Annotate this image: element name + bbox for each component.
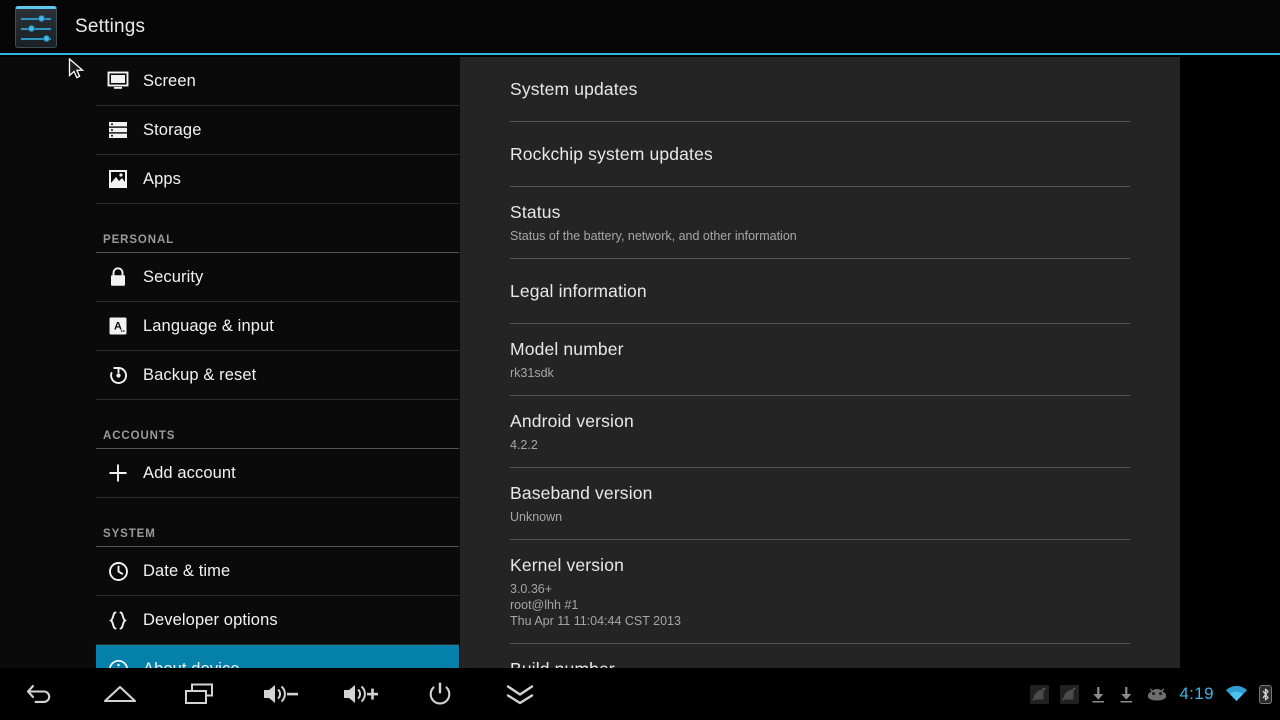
clock-label: 4:19 bbox=[1179, 684, 1214, 703]
sidebar-item-apps[interactable]: Apps bbox=[96, 155, 459, 204]
home-icon[interactable] bbox=[80, 668, 160, 720]
storage-icon bbox=[105, 120, 131, 140]
volume-down-icon[interactable] bbox=[240, 668, 320, 720]
sidebar-section-accounts: ACCOUNTS bbox=[96, 409, 459, 449]
wifi-icon[interactable] bbox=[1225, 685, 1248, 703]
preference-title: Legal information bbox=[510, 281, 647, 301]
about-device-panel: System updates Rockchip system updates Sta… bbox=[460, 57, 1180, 668]
back-icon[interactable] bbox=[0, 668, 80, 720]
sidebar-item-label: Screen bbox=[143, 71, 196, 90]
svg-text:A: A bbox=[114, 321, 122, 333]
preference-title: Model number bbox=[510, 339, 624, 359]
preference-title: Baseband version bbox=[510, 483, 653, 503]
signal-off-icon[interactable] bbox=[1030, 684, 1050, 704]
sidebar-section-system: SYSTEM bbox=[96, 507, 459, 547]
sidebar-item-screen[interactable]: Screen bbox=[96, 57, 459, 106]
system-navigation-bar: 4:19 bbox=[0, 668, 1280, 720]
preference-row[interactable]: Baseband version Unknown bbox=[510, 468, 1130, 540]
backup-restore-icon bbox=[105, 365, 131, 386]
sidebar-item-label: Date & time bbox=[143, 561, 231, 580]
sidebar-item-label: Security bbox=[143, 267, 204, 286]
preference-title: Build number bbox=[510, 659, 1130, 668]
preference-subtitle: rk31sdk bbox=[510, 366, 554, 380]
monitor-icon bbox=[105, 71, 131, 91]
sidebar-item-backup-reset[interactable]: Backup & reset bbox=[96, 351, 459, 400]
volume-up-icon[interactable] bbox=[320, 668, 400, 720]
bluetooth-icon[interactable] bbox=[1259, 684, 1272, 704]
clock-icon bbox=[105, 561, 131, 582]
download-icon[interactable] bbox=[1090, 685, 1107, 704]
page-title: Settings bbox=[75, 15, 146, 37]
preference-title: System updates bbox=[510, 79, 638, 99]
preference-title: Status bbox=[510, 202, 561, 222]
preference-subtitle: 3.0.36+ root@lhh #1 Thu Apr 11 11:04:44 … bbox=[510, 582, 681, 628]
sidebar-item-label: Developer options bbox=[143, 610, 278, 629]
preference-title: Android version bbox=[510, 411, 634, 431]
preference-row[interactable]: Legal information bbox=[510, 259, 1130, 324]
chevrons-down-icon[interactable] bbox=[480, 668, 560, 720]
preference-subtitle: 4.2.2 bbox=[510, 438, 538, 452]
braces-icon bbox=[105, 610, 131, 631]
recents-icon[interactable] bbox=[160, 668, 240, 720]
app-header: Settings bbox=[0, 0, 1280, 55]
lock-icon bbox=[105, 266, 131, 288]
preference-subtitle: Status of the battery, network, and othe… bbox=[510, 229, 797, 243]
sidebar-section-personal: PERSONAL bbox=[96, 213, 459, 253]
apps-image-icon bbox=[105, 169, 131, 189]
sidebar-item-label: Storage bbox=[143, 120, 202, 139]
sidebar-item-label: Backup & reset bbox=[143, 365, 257, 384]
sidebar-item-label: Language & input bbox=[143, 316, 274, 335]
preference-row[interactable]: Build numberrk31sdk-eng 4.2.2 JDQ39 eng.… bbox=[510, 644, 1130, 668]
sidebar-item-add-account[interactable]: Add account bbox=[96, 449, 459, 498]
preference-row[interactable]: System updates bbox=[510, 57, 1130, 122]
sidebar-item-developer-options[interactable]: Developer options bbox=[96, 596, 459, 645]
sidebar-item-language-input[interactable]: A Language & input bbox=[96, 302, 459, 351]
preference-row[interactable]: Android version 4.2.2 bbox=[510, 396, 1130, 468]
settings-sidebar: Screen Storage Apps PERSONAL Security A L… bbox=[0, 57, 460, 694]
preference-subtitle: Unknown bbox=[510, 510, 563, 524]
plus-icon bbox=[105, 462, 131, 484]
language-a-icon: A bbox=[105, 316, 131, 336]
sidebar-item-label: Add account bbox=[143, 463, 236, 482]
settings-sliders-icon bbox=[15, 5, 57, 48]
preference-row[interactable]: Model number rk31sdk bbox=[510, 324, 1130, 396]
status-tray: 4:19 bbox=[1030, 668, 1272, 720]
sidebar-item-storage[interactable]: Storage bbox=[96, 106, 459, 155]
sidebar-item-security[interactable]: Security bbox=[96, 253, 459, 302]
preference-title: Kernel version bbox=[510, 555, 624, 575]
sidebar-item-label: Apps bbox=[143, 169, 182, 188]
preference-row[interactable]: Status Status of the battery, network, an… bbox=[510, 187, 1130, 259]
preference-row[interactable]: Rockchip system updates bbox=[510, 122, 1130, 187]
power-icon[interactable] bbox=[400, 668, 480, 720]
signal-off-icon[interactable] bbox=[1060, 684, 1080, 704]
settings-screen: Settings Screen Storage Apps PERSONAL Sec… bbox=[0, 0, 1280, 720]
preference-row[interactable]: Kernel version 3.0.36+ root@lhh #1 Thu Ap… bbox=[510, 540, 1130, 644]
content-area: Screen Storage Apps PERSONAL Security A L… bbox=[0, 57, 1280, 694]
download-icon[interactable] bbox=[1118, 685, 1135, 704]
sidebar-item-date-time[interactable]: Date & time bbox=[96, 547, 459, 596]
android-head-icon[interactable] bbox=[1146, 686, 1168, 702]
preference-title: Rockchip system updates bbox=[510, 144, 713, 164]
